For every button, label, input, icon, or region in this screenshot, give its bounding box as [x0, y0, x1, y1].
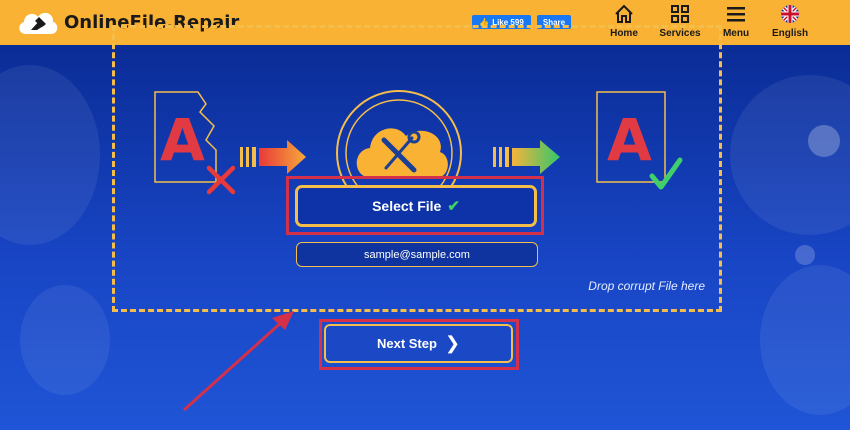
select-file-button[interactable]: Select File ✔	[295, 185, 537, 227]
repaired-file-icon: A	[596, 91, 683, 190]
svg-text:A: A	[607, 106, 652, 174]
corrupt-file-icon: A	[154, 91, 236, 195]
chevron-right-icon: ❯	[444, 333, 461, 353]
select-file-label: Select File	[372, 198, 442, 214]
svg-text:A: A	[160, 106, 205, 174]
checkmark-icon: ✔	[447, 198, 460, 215]
red-pointer-arrow	[182, 311, 294, 412]
email-field[interactable]: sample@sample.com	[296, 242, 538, 267]
progress-arrow-green	[493, 140, 560, 174]
next-step-label: Next Step	[376, 336, 437, 351]
email-value: sample@sample.com	[364, 248, 470, 261]
next-step-button[interactable]: Next Step ❯	[324, 324, 513, 363]
progress-arrow-red	[240, 140, 306, 174]
